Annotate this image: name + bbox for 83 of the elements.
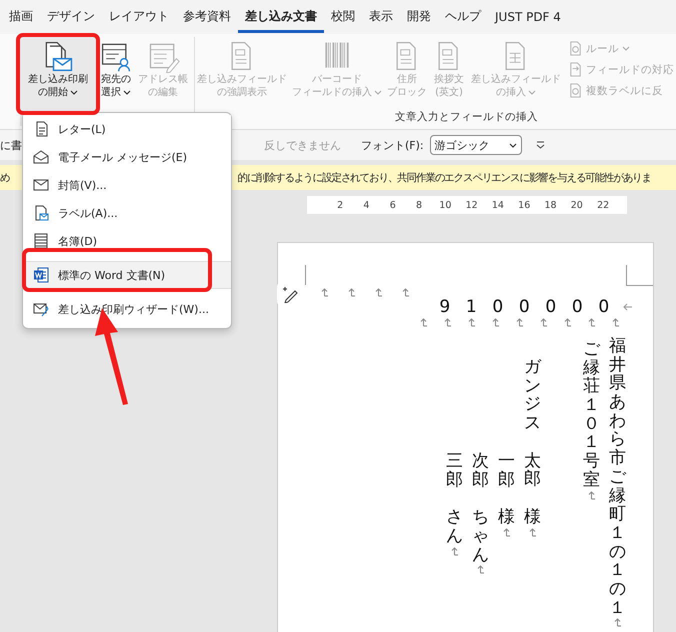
paragraph-mark-icon <box>539 317 548 327</box>
ribbon-tab[interactable]: 表示 <box>362 1 400 33</box>
postal-digit: 0 <box>570 297 584 317</box>
ruler-number: 16 <box>517 200 532 210</box>
ruler-number: 10 <box>438 200 452 210</box>
postal-digit: 0 <box>544 297 558 317</box>
envelope-icon <box>33 177 49 193</box>
vertical-text: 様 <box>524 508 541 527</box>
paragraph-mark-icon <box>528 526 537 537</box>
paragraph-mark-icon <box>443 317 452 327</box>
ruler-number: 2 <box>336 200 344 210</box>
vertical-text: 太郎 <box>524 452 541 490</box>
menu-item[interactable]: レター(L) <box>23 115 231 143</box>
menu-item[interactable]: 封筒(V)... <box>23 171 231 199</box>
paragraph-mark-icon <box>419 317 428 327</box>
ribbon-tab[interactable]: JUST PDF 4 <box>488 2 568 32</box>
ribbon-tab[interactable]: 参考資料 <box>176 1 238 33</box>
ruler-number: 12 <box>464 200 479 210</box>
ruler-number: 18 <box>543 200 558 210</box>
document-app-icon <box>33 267 49 283</box>
menu-item[interactable]: 電子メール メッセージ(E) <box>23 143 231 171</box>
paragraph-mark-icon <box>467 317 476 327</box>
postal-digit: 9 <box>438 297 452 317</box>
paragraph-mark-icon <box>450 546 459 556</box>
ribbon-tab[interactable]: レイアウト <box>102 1 176 33</box>
notice-text: 反しできません <box>264 138 341 152</box>
postal-digit: 0 <box>597 297 610 317</box>
ribbon-tab[interactable]: 開発 <box>400 1 438 33</box>
paragraph-mark-icon <box>611 317 620 327</box>
crop-mark <box>626 265 653 286</box>
vertical-text: 福井県あわら市ご縁町１の１の１ <box>609 337 626 618</box>
vertical-text: ご縁荘１０１号室 <box>583 340 600 490</box>
vertical-text: 様 <box>498 508 515 528</box>
paragraph-mark-icon <box>374 287 383 297</box>
postal-digit: 0 <box>491 297 504 317</box>
crop-mark <box>305 265 306 285</box>
paragraph-mark-icon <box>515 317 524 327</box>
vertical-text: ガンジス <box>524 358 541 433</box>
ruler-number: 14 <box>490 200 505 210</box>
ribbon-tab[interactable]: 校閲 <box>324 1 362 33</box>
ruler-number: 20 <box>570 200 584 210</box>
paragraph-mark-icon <box>401 287 410 297</box>
postal-digit: 0 <box>518 297 531 317</box>
open-envelope-icon <box>33 149 49 165</box>
list-icon <box>33 233 49 249</box>
document-icon <box>568 83 583 98</box>
left-arrow-icon <box>623 303 633 311</box>
ruler-number: 22 <box>596 200 610 210</box>
vertical-text: さん <box>446 508 463 546</box>
info-message: 的に削除するように設定されており、共同作業のエクスペリエンスに影響を与える可能性がありま <box>237 170 652 184</box>
vertical-text: ちゃん <box>472 508 489 564</box>
paragraph-mark-icon <box>613 617 622 628</box>
menu-item[interactable]: ラベル(A)... <box>23 199 231 227</box>
vertical-text: 次郎 <box>472 452 489 490</box>
caret-icon <box>508 142 517 148</box>
ruler-number: 8 <box>415 200 424 210</box>
ribbon-tab[interactable]: 描画 <box>2 1 40 33</box>
envelope-sparkle-icon <box>33 301 49 317</box>
paragraph-mark-icon <box>476 564 485 574</box>
paragraph-mark-icon <box>563 317 572 327</box>
vertical-text: 一郎 <box>498 452 515 490</box>
menu-item[interactable]: 標準の Word 文書(N) <box>23 261 231 289</box>
paragraph-mark-icon <box>320 287 329 297</box>
toolbar-text: に書 <box>0 138 22 152</box>
document-icon <box>568 41 583 56</box>
paragraph-mark-icon <box>587 317 596 327</box>
paragraph-mark-icon <box>491 317 500 327</box>
ruler-number: 4 <box>362 200 370 210</box>
ribbon-tab[interactable]: ヘルプ <box>438 1 488 33</box>
font-dropdown[interactable]: 游ゴシック <box>430 135 522 155</box>
ruler-number: 6 <box>388 200 397 210</box>
paragraph-mark-icon <box>502 527 511 538</box>
vertical-text: 三郎 <box>446 452 463 490</box>
postal-digit: 1 <box>464 297 478 317</box>
document-arrow-icon <box>568 62 583 77</box>
paragraph-mark-icon <box>587 490 596 500</box>
ribbon-tab[interactable]: デザイン <box>40 1 102 33</box>
document-envelope-icon <box>33 205 49 221</box>
customize-caret-icon[interactable] <box>536 141 545 149</box>
paragraph-mark-icon <box>347 287 356 297</box>
group-label: 文章入力とフィールドの挿入 <box>394 110 539 125</box>
font-label: フォント(F): <box>361 138 424 152</box>
info-text: め <box>0 170 10 184</box>
